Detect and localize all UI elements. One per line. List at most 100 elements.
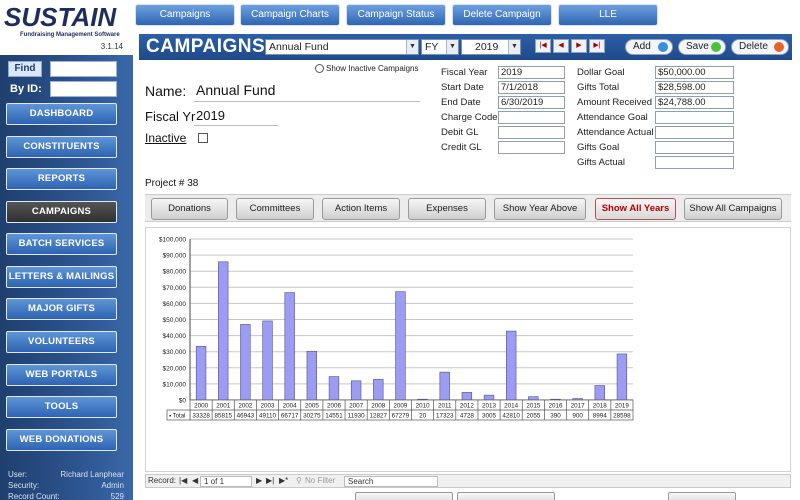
show-all-years-button[interactable]: Show All Years	[595, 198, 676, 220]
y-tick-label: $100,000	[159, 237, 186, 244]
gifts-total-field[interactable]: $28,598.00	[655, 81, 734, 94]
credit-gl-field[interactable]	[498, 141, 565, 154]
first-record-icon[interactable]: |◀	[179, 475, 187, 487]
new-record-icon[interactable]: ▶*	[279, 475, 288, 487]
attendance-actual-field[interactable]	[655, 126, 734, 139]
data-label: 66717	[281, 413, 299, 420]
record-search-input[interactable]: Search	[344, 476, 438, 487]
nav-web-portals[interactable]: WEB PORTALS	[6, 364, 117, 386]
data-label: 14551	[325, 413, 343, 420]
session-info: User: Richard Lanphear Security: Admin Rec…	[8, 470, 124, 500]
committees-button[interactable]: Committees	[236, 198, 314, 220]
y-tick-label: $90,000	[163, 253, 187, 260]
fiscal-year-field[interactable]: 2019	[194, 108, 278, 126]
chevron-down-icon[interactable]: ▼	[446, 40, 458, 54]
show-inactive-label: Show Inactive Campaigns	[326, 64, 419, 73]
add-button[interactable]: Add	[625, 39, 673, 55]
nav-letters-mailings[interactable]: LETTERS & MAILINGS	[6, 266, 117, 288]
previous-record-icon[interactable]: ◀	[553, 39, 569, 53]
record-position-field[interactable]: 1 of 1	[200, 476, 252, 487]
inactive-label: Inactive	[145, 131, 187, 145]
bar	[373, 379, 384, 401]
gifts-goal-field[interactable]	[655, 141, 734, 154]
show-year-above-button[interactable]: Show Year Above	[494, 198, 586, 220]
bottom-button[interactable]	[457, 492, 555, 500]
show-inactive-toggle[interactable]: Show Inactive Campaigns	[315, 64, 419, 74]
action-items-button[interactable]: Action Items	[322, 198, 400, 220]
logo: SUSTAIN Fundraising Management Software …	[0, 0, 133, 55]
data-label: 8994	[593, 413, 608, 420]
dollar-goal-label: Dollar Goal	[577, 67, 625, 78]
nav-campaigns[interactable]: CAMPAIGNS	[6, 201, 117, 223]
next-record-icon[interactable]: ▶	[256, 475, 262, 487]
tab-campaign-charts[interactable]: Campaign Charts	[240, 4, 340, 26]
name-field[interactable]: Annual Fund	[194, 82, 420, 102]
last-record-icon[interactable]: ▶|	[266, 475, 274, 487]
delete-button[interactable]: Delete	[731, 39, 789, 55]
data-label: 390	[550, 413, 561, 420]
x-tick-label: 2018	[593, 403, 608, 410]
x-tick-label: 2005	[305, 403, 320, 410]
y-tick-label: $0	[179, 398, 187, 405]
data-label: 49110	[259, 413, 277, 420]
nav-batch-services[interactable]: BATCH SERVICES	[6, 233, 117, 255]
save-button[interactable]: Save	[678, 39, 726, 55]
year-select[interactable]: 2019 ▼	[461, 39, 521, 55]
chevron-down-icon[interactable]: ▼	[406, 40, 418, 54]
chevron-down-icon[interactable]: ▼	[508, 40, 520, 54]
save-label: Save	[686, 41, 709, 52]
amount-received-field[interactable]: $24,788.00	[655, 96, 734, 109]
bottom-button[interactable]	[355, 492, 453, 500]
tab-delete-campaign[interactable]: Delete Campaign	[452, 4, 552, 26]
expenses-button[interactable]: Expenses	[408, 198, 486, 220]
x-tick-label: 2001	[216, 403, 231, 410]
y-tick-label: $30,000	[163, 349, 187, 356]
nav-constituents[interactable]: CONSTITUENTS	[6, 136, 117, 158]
nav-web-donations[interactable]: WEB DONATIONS	[6, 429, 117, 451]
gifts-actual-field[interactable]	[655, 156, 734, 169]
period-select[interactable]: FY ▼	[421, 39, 459, 55]
filter-icon: ⚲	[296, 476, 302, 485]
inactive-checkbox[interactable]	[198, 133, 208, 143]
previous-record-icon[interactable]: ◀	[192, 475, 198, 487]
nav-major-gifts[interactable]: MAJOR GIFTS	[6, 298, 117, 320]
find-button[interactable]: Find	[8, 61, 42, 77]
tab-lle[interactable]: LLE	[558, 4, 658, 26]
end-date-field[interactable]: 6/30/2019	[498, 96, 565, 109]
bottom-button[interactable]	[668, 492, 736, 500]
period-select-value: FY	[425, 41, 439, 53]
amount-received-label: Amount Received	[577, 97, 652, 108]
first-record-icon[interactable]: |◀	[535, 39, 551, 53]
data-label: 4728	[460, 413, 475, 420]
year-select-value: 2019	[475, 41, 499, 53]
no-filter-label[interactable]: No Filter	[305, 475, 335, 487]
next-record-icon[interactable]: ▶	[571, 39, 587, 53]
debit-gl-field[interactable]	[498, 126, 565, 139]
fiscal-year-detail-field[interactable]: 2019	[498, 66, 565, 79]
data-label: 42810	[502, 413, 520, 420]
x-tick-label: 2008	[371, 403, 386, 410]
campaign-totals-chart: $100,000 $90,000 $80,000 $70,000 $60,000 $50,…	[159, 237, 634, 421]
nav-tools[interactable]: TOOLS	[6, 396, 117, 418]
campaign-select[interactable]: Annual Fund ▼	[265, 39, 419, 55]
tab-campaigns[interactable]: Campaigns	[135, 4, 235, 26]
y-tick-label: $40,000	[163, 333, 187, 340]
y-tick-label: $10,000	[163, 381, 187, 388]
donations-button[interactable]: Donations	[151, 198, 228, 220]
charge-code-field[interactable]	[498, 111, 565, 124]
attendance-goal-label: Attendance Goal	[577, 112, 648, 123]
nav-volunteers[interactable]: VOLUNTEERS	[6, 331, 117, 353]
nav-reports[interactable]: REPORTS	[6, 168, 117, 190]
radio-icon[interactable]	[315, 64, 324, 74]
data-label: 30275	[303, 413, 321, 420]
by-id-input[interactable]	[50, 81, 117, 97]
find-input[interactable]	[50, 61, 117, 77]
tab-campaign-status[interactable]: Campaign Status	[346, 4, 446, 26]
dollar-goal-field[interactable]: $50,000.00	[655, 66, 734, 79]
attendance-goal-field[interactable]	[655, 111, 734, 124]
nav-dashboard[interactable]: DASHBOARD	[6, 103, 117, 125]
bar	[284, 292, 295, 401]
start-date-field[interactable]: 7/1/2018	[498, 81, 565, 94]
show-all-campaigns-button[interactable]: Show All Campaigns	[684, 198, 782, 220]
last-record-icon[interactable]: ▶|	[589, 39, 605, 53]
